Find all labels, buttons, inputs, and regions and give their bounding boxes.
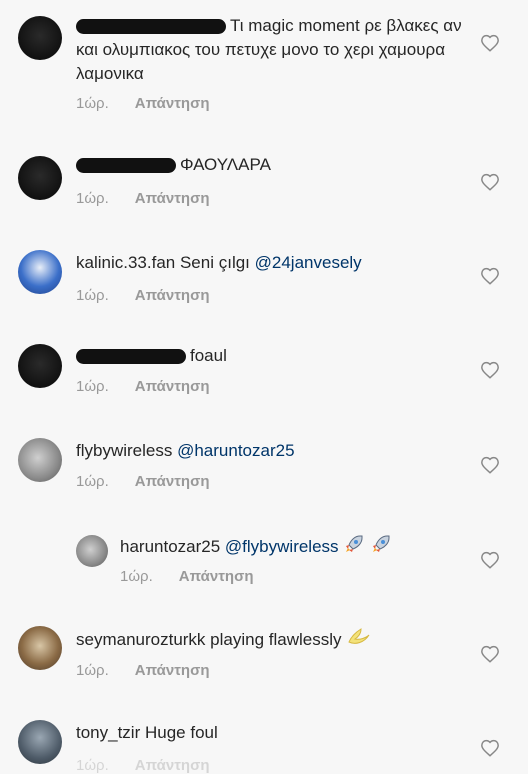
reply-button[interactable]: Απάντηση [135,95,210,112]
comment-body: Seni çılgı [179,253,250,272]
comment-text-block: flybywireless @haruntozar25 [76,439,466,463]
comment-body: playing flawlessly [210,629,342,649]
comment-username[interactable]: flybywireless [76,441,172,460]
reply-button[interactable]: Απάντηση [135,190,210,207]
reply-button[interactable]: Απάντηση [135,473,210,490]
avatar[interactable] [18,626,62,670]
reply-button[interactable]: Απάντηση [179,568,254,585]
comment-time: 1ώρ. [76,473,109,490]
heart-icon[interactable] [480,645,500,663]
comment-meta: 1ώρ. Απάντηση [120,568,254,585]
comment-username[interactable]: kalinic.33.fan [76,253,175,272]
comment-meta: 1ώρ. Απάντηση [76,757,210,774]
rocket-icon [370,533,392,562]
comment-time: 1ώρ. [76,95,109,112]
comment-body: ΦΑΟΥΛΑΡΑ [180,155,271,174]
comment-time: 1ώρ. [76,287,109,304]
comment-username[interactable]: tony_tzir [76,723,140,742]
comment-mention[interactable]: @haruntozar25 [177,441,294,460]
heart-icon[interactable] [480,361,500,379]
comment-text-block: seymanurozturkk playing flawlessly [76,627,466,654]
comment-time: 1ώρ. [76,757,109,774]
comment-meta: 1ώρ. Απάντηση [76,95,210,112]
avatar[interactable] [18,16,62,60]
rocket-icon [343,533,365,562]
comment-meta: 1ώρ. Απάντηση [76,378,210,395]
comment-text-block: Τι magic moment ρε βλακες αν και ολυμπια… [76,14,466,86]
heart-icon[interactable] [480,456,500,474]
avatar[interactable] [18,720,62,764]
comment-text-block: kalinic.33.fan Seni çılgı @24janvesely [76,251,466,275]
comment-username[interactable]: haruntozar25 [120,537,220,556]
comment-text-block: foaul [76,344,466,368]
comment-meta: 1ώρ. Απάντηση [76,662,210,679]
avatar[interactable] [18,344,62,388]
crescent-moon-icon [346,627,372,654]
avatar[interactable] [18,156,62,200]
reply-button[interactable]: Απάντηση [135,662,210,679]
reply-button[interactable]: Απάντηση [135,287,210,304]
redacted-username [76,158,176,174]
comment-text-block: tony_tzir Huge foul [76,721,466,745]
reply-button[interactable]: Απάντηση [135,757,210,774]
comment-time: 1ώρ. [76,662,109,679]
heart-icon[interactable] [480,739,500,757]
comment-username[interactable]: seymanurozturkk [76,630,205,649]
avatar[interactable] [18,250,62,294]
comment-meta: 1ώρ. Απάντηση [76,473,210,490]
heart-icon[interactable] [480,267,500,285]
comment-body: foaul [190,346,227,365]
comment-text-block: ΦΑΟΥΛΑΡΑ [76,153,466,177]
comment-meta: 1ώρ. Απάντηση [76,190,210,207]
comment-time: 1ώρ. [76,378,109,395]
redacted-username [76,349,186,365]
heart-icon[interactable] [480,34,500,52]
reply-button[interactable]: Απάντηση [135,378,210,395]
comment-mention[interactable]: @flybywireless [225,537,339,556]
redacted-username [76,19,226,35]
comment-time: 1ώρ. [120,568,153,585]
heart-icon[interactable] [480,551,500,569]
comment-mention[interactable]: @24janvesely [255,253,362,272]
heart-icon[interactable] [480,173,500,191]
avatar[interactable] [76,535,108,567]
avatar[interactable] [18,438,62,482]
comment-meta: 1ώρ. Απάντηση [76,287,210,304]
comment-text-block: haruntozar25 @flybywireless [120,533,460,562]
comment-time: 1ώρ. [76,190,109,207]
comment-body: Huge foul [144,723,218,742]
